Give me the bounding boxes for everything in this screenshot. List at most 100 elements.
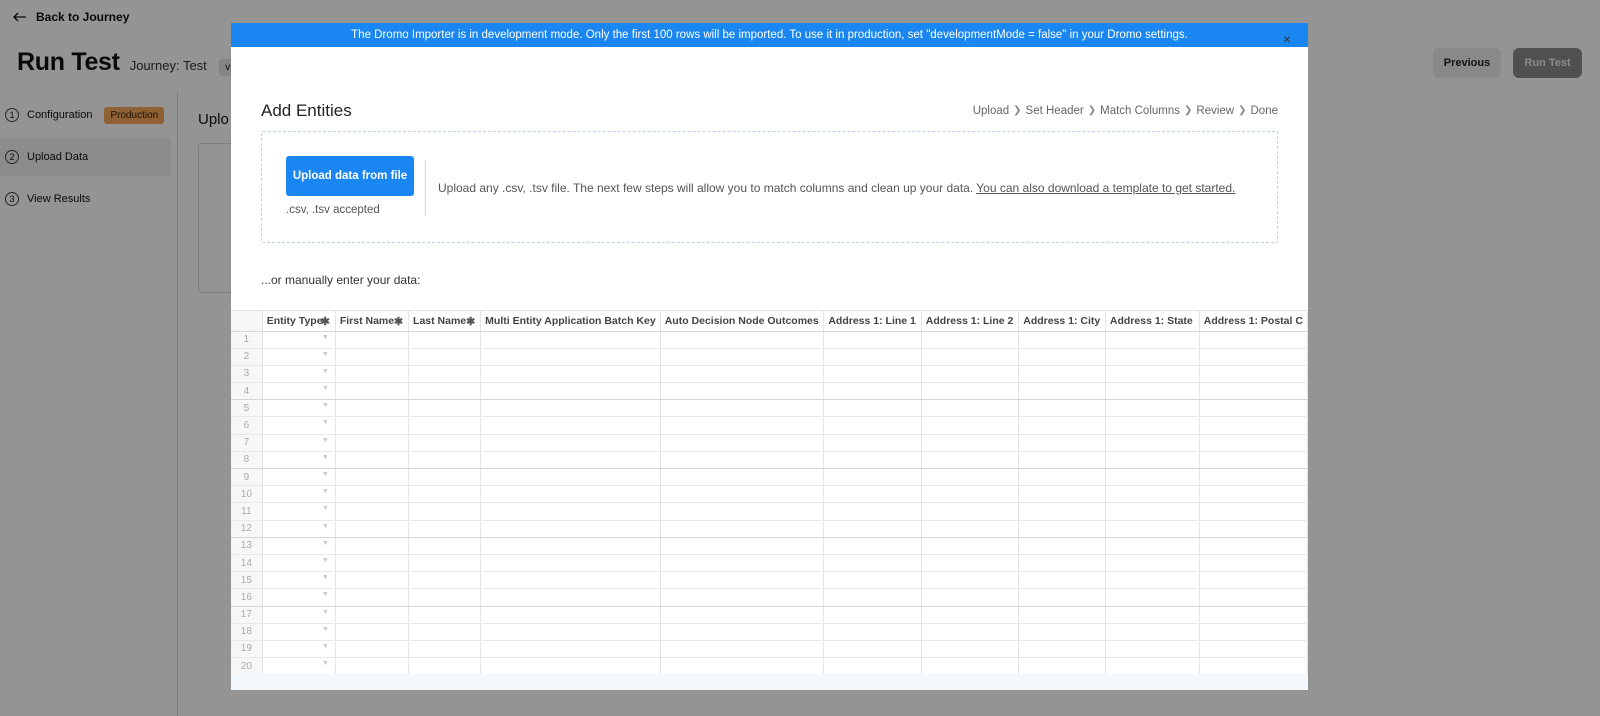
column-header[interactable]: Address 1: State (1105, 311, 1200, 332)
grid-cell[interactable] (660, 382, 825, 401)
grid-cell[interactable] (823, 365, 922, 384)
grid-cell[interactable] (408, 520, 482, 538)
grid-cell[interactable] (660, 554, 825, 573)
grid-cell[interactable] (660, 365, 825, 384)
grid-cell[interactable] (823, 451, 922, 470)
grid-cell[interactable] (480, 554, 661, 573)
grid-cell[interactable] (921, 502, 1020, 521)
grid-cell[interactable] (1199, 434, 1308, 452)
grid-cell[interactable] (921, 623, 1020, 641)
grid-cell[interactable] (335, 520, 410, 538)
grid-cell[interactable] (1105, 416, 1200, 435)
column-header[interactable]: Address 1: Line 2 (921, 311, 1020, 332)
grid-cell[interactable] (921, 606, 1020, 624)
grid-cell[interactable] (1018, 520, 1106, 538)
grid-cell[interactable] (823, 399, 922, 418)
grid-cell[interactable] (921, 520, 1020, 538)
grid-cell[interactable]: ▼ (262, 416, 336, 435)
close-icon[interactable]: × (1280, 32, 1294, 46)
grid-cell[interactable] (1018, 554, 1106, 573)
grid-cell[interactable] (335, 399, 410, 418)
grid-cell[interactable] (408, 331, 482, 349)
grid-cell[interactable] (1105, 537, 1200, 555)
grid-cell[interactable] (480, 348, 661, 366)
grid-cell[interactable] (660, 348, 825, 366)
grid-cell[interactable]: ▼ (262, 623, 336, 641)
grid-cell[interactable] (408, 365, 482, 384)
grid-cell[interactable] (408, 348, 482, 366)
grid-cell[interactable] (921, 365, 1020, 384)
grid-cell[interactable] (480, 640, 661, 659)
grid-cell[interactable] (335, 348, 410, 366)
grid-cell[interactable] (480, 451, 661, 470)
grid-cell[interactable] (480, 571, 661, 590)
grid-cell[interactable] (921, 657, 1020, 674)
grid-cell[interactable] (660, 485, 825, 504)
grid-cell[interactable] (408, 399, 482, 418)
column-header[interactable]: Auto Decision Node Outcomes (660, 311, 825, 332)
grid-cell[interactable]: ▼ (262, 451, 336, 470)
grid-cell[interactable] (480, 537, 661, 555)
grid-cell[interactable] (480, 520, 661, 538)
grid-cell[interactable] (660, 588, 825, 607)
grid-cell[interactable] (408, 382, 482, 401)
grid-cell[interactable] (1105, 348, 1200, 366)
grid-cell[interactable] (1199, 520, 1308, 538)
grid-cell[interactable] (1105, 502, 1200, 521)
column-header[interactable]: First Name ✱ (335, 311, 410, 332)
grid-cell[interactable] (660, 451, 825, 470)
grid-cell[interactable] (1018, 502, 1106, 521)
grid-cell[interactable] (335, 537, 410, 555)
grid-cell[interactable] (408, 416, 482, 435)
grid-cell[interactable] (660, 571, 825, 590)
grid-cell[interactable] (660, 537, 825, 555)
grid-cell[interactable] (1199, 399, 1308, 418)
grid-cell[interactable] (660, 502, 825, 521)
grid-cell[interactable] (1018, 331, 1106, 349)
grid-cell[interactable] (1199, 451, 1308, 470)
column-header[interactable]: Address 1: Postal C (1199, 311, 1308, 332)
grid-cell[interactable] (1018, 416, 1106, 435)
grid-cell[interactable] (823, 502, 922, 521)
grid-cell[interactable] (823, 606, 922, 624)
grid-cell[interactable]: ▼ (262, 537, 336, 555)
grid-cell[interactable] (1018, 348, 1106, 366)
grid-cell[interactable] (921, 399, 1020, 418)
grid-cell[interactable] (921, 348, 1020, 366)
grid-cell[interactable] (480, 434, 661, 452)
column-header[interactable]: Address 1: Line 1 (823, 311, 922, 332)
grid-cell[interactable] (1105, 623, 1200, 641)
grid-cell[interactable] (823, 554, 922, 573)
grid-cell[interactable] (921, 382, 1020, 401)
grid-cell[interactable] (408, 588, 482, 607)
grid-cell[interactable] (921, 537, 1020, 555)
grid-cell[interactable] (408, 623, 482, 641)
grid-cell[interactable] (480, 588, 661, 607)
grid-cell[interactable] (1199, 416, 1308, 435)
grid-cell[interactable] (921, 434, 1020, 452)
grid-cell[interactable] (1199, 554, 1308, 573)
grid-cell[interactable] (1018, 485, 1106, 504)
grid-cell[interactable] (823, 382, 922, 401)
grid-cell[interactable] (1105, 606, 1200, 624)
grid-cell[interactable] (335, 434, 410, 452)
grid-cell[interactable] (1105, 399, 1200, 418)
grid-cell[interactable] (480, 382, 661, 401)
grid-cell[interactable] (335, 588, 410, 607)
grid-cell[interactable] (823, 588, 922, 607)
grid-cell[interactable] (823, 348, 922, 366)
grid-cell[interactable] (1018, 382, 1106, 401)
grid-cell[interactable] (408, 502, 482, 521)
grid-cell[interactable] (335, 657, 410, 674)
grid-cell[interactable] (480, 416, 661, 435)
grid-cell[interactable] (408, 606, 482, 624)
grid-cell[interactable] (480, 365, 661, 384)
grid-cell[interactable] (1105, 485, 1200, 504)
grid-cell[interactable] (921, 468, 1020, 487)
grid-cell[interactable] (1018, 571, 1106, 590)
grid-cell[interactable] (1199, 623, 1308, 641)
grid-cell[interactable] (1199, 468, 1308, 487)
grid-cell[interactable] (408, 434, 482, 452)
grid-cell[interactable] (1105, 554, 1200, 573)
grid-cell[interactable] (335, 365, 410, 384)
